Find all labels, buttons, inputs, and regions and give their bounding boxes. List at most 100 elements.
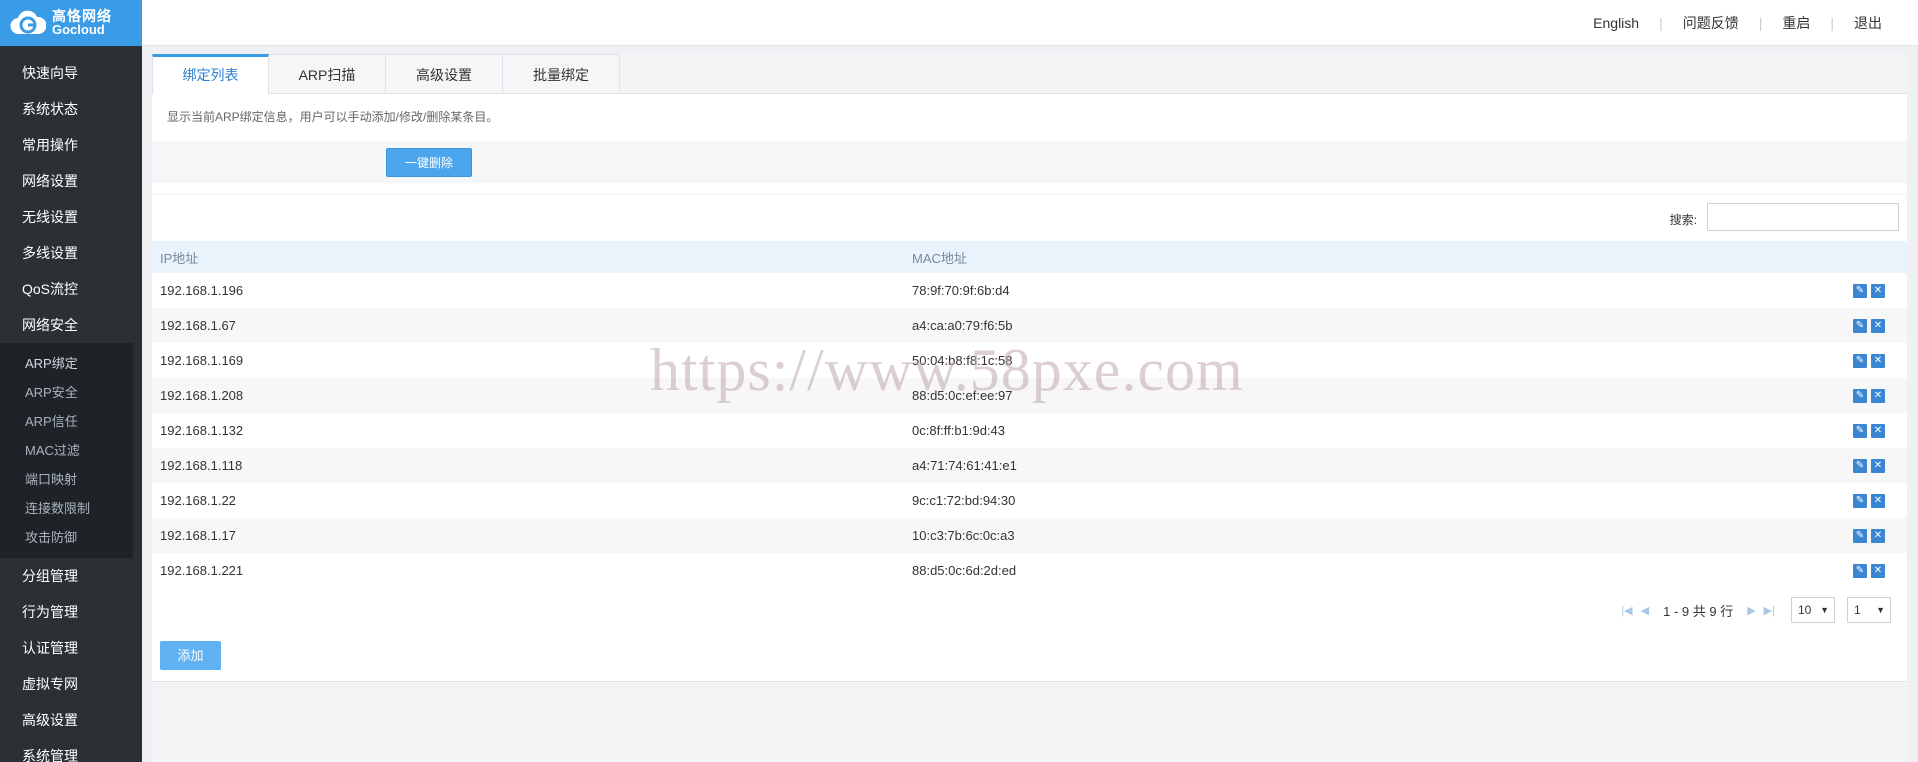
delete-icon[interactable]: ✕: [1871, 529, 1885, 544]
tab-binding-list[interactable]: 绑定列表: [152, 54, 269, 95]
delete-icon[interactable]: ✕: [1871, 284, 1885, 299]
edit-icon[interactable]: ✎: [1853, 459, 1867, 474]
submenu-item-attack-defense[interactable]: 攻击防御: [0, 523, 133, 552]
sidebar-item-vpn[interactable]: 虚拟专网: [0, 666, 142, 702]
sidebar-item-wireless[interactable]: 无线设置: [0, 199, 142, 235]
sidebar-item-auth-mgmt[interactable]: 认证管理: [0, 630, 142, 666]
first-page-icon[interactable]: |◀: [1621, 604, 1632, 617]
ip-cell: 192.168.1.196: [160, 283, 244, 298]
submenu-item-conn-limit[interactable]: 连接数限制: [0, 494, 133, 523]
edit-icon[interactable]: ✎: [1853, 284, 1867, 299]
table-row: 192.168.1.17 10:c3:7b:6c:0c:a3 ✎ ✕: [152, 518, 1907, 553]
dropdown-caret-icon: ▼: [1876, 605, 1885, 615]
submenu-item-arp-trust[interactable]: ARP信任: [0, 407, 133, 436]
sidebar-item-group-mgmt[interactable]: 分组管理: [0, 558, 142, 594]
table-row: 192.168.1.67 a4:ca:a0:79:f6:5b ✎ ✕: [152, 308, 1907, 343]
page-size-value: 10: [1798, 603, 1812, 617]
top-header: 高恪网络 Gocloud English | 问题反馈 | 重启 | 退出: [0, 0, 1918, 46]
mac-cell: 9c:c1:72:bd:94:30: [912, 493, 1016, 508]
delete-icon[interactable]: ✕: [1871, 459, 1885, 474]
edit-icon[interactable]: ✎: [1853, 564, 1867, 579]
delete-icon[interactable]: ✕: [1871, 319, 1885, 334]
sidebar-item-multiline[interactable]: 多线设置: [0, 235, 142, 271]
mac-cell: a4:71:74:61:41:e1: [912, 458, 1017, 473]
submenu-item-arp-security[interactable]: ARP安全: [0, 378, 133, 407]
ip-cell: 192.168.1.118: [160, 458, 243, 473]
edit-icon[interactable]: ✎: [1853, 424, 1867, 439]
submenu-item-mac-filter[interactable]: MAC过滤: [0, 436, 133, 465]
sidebar-item-network[interactable]: 网络设置: [0, 163, 142, 199]
delete-icon[interactable]: ✕: [1871, 564, 1885, 579]
action-toolbar: 一键删除: [152, 141, 1907, 183]
mac-cell: 10:c3:7b:6c:0c:a3: [912, 528, 1015, 543]
reboot-link[interactable]: 重启: [1762, 13, 1830, 33]
page-number-value: 1: [1854, 603, 1861, 617]
table-row: 192.168.1.169 50:04:b8:f8:1c:58 ✎ ✕: [152, 343, 1907, 378]
delete-icon[interactable]: ✕: [1871, 494, 1885, 509]
ip-cell: 192.168.1.132: [160, 423, 244, 438]
delete-icon[interactable]: ✕: [1871, 389, 1885, 404]
edit-icon[interactable]: ✎: [1853, 389, 1867, 404]
sidebar-item-system-status[interactable]: 系统状态: [0, 91, 142, 127]
sidebar-item-system-mgmt[interactable]: 系统管理: [0, 738, 142, 762]
spacer: [152, 183, 1907, 195]
top-links: English | 问题反馈 | 重启 | 退出: [1573, 0, 1902, 46]
search-label: 搜索:: [1669, 213, 1697, 227]
page-description: 显示当前ARP绑定信息，用户可以手动添加/修改/删除某条目。: [152, 94, 1907, 141]
logout-link[interactable]: 退出: [1834, 13, 1902, 33]
sidebar-item-qos[interactable]: QoS流控: [0, 271, 142, 307]
submenu-item-port-mapping[interactable]: 端口映射: [0, 465, 133, 494]
tab-arp-scan[interactable]: ARP扫描: [269, 54, 386, 94]
mac-cell: a4:ca:a0:79:f6:5b: [912, 318, 1013, 333]
pagination: |◀ ◀ 1 - 9 共 9 行 ▶ ▶| 10 ▼ 1 ▼: [152, 588, 1907, 632]
edit-icon[interactable]: ✎: [1853, 494, 1867, 509]
tab-batch-binding[interactable]: 批量绑定: [503, 54, 620, 94]
last-page-icon[interactable]: ▶|: [1764, 604, 1775, 617]
sidebar-item-advanced[interactable]: 高级设置: [0, 702, 142, 738]
sidebar-item-quick-guide[interactable]: 快速向导: [0, 55, 142, 91]
row-actions: ✎ ✕: [1827, 483, 1907, 518]
page-info: 1 - 9 共 9 行: [1663, 603, 1734, 619]
edit-icon[interactable]: ✎: [1853, 529, 1867, 544]
column-header-ip[interactable]: IP地址: [152, 241, 904, 273]
edit-icon[interactable]: ✎: [1853, 319, 1867, 334]
table-row: 192.168.1.132 0c:8f:ff:b1:9d:43 ✎ ✕: [152, 413, 1907, 448]
table-row: 192.168.1.196 78:9f:70:9f:6b:d4 ✎ ✕: [152, 273, 1907, 308]
feedback-link[interactable]: 问题反馈: [1663, 13, 1759, 33]
search-bar: 搜索:: [152, 195, 1907, 241]
brand-logo[interactable]: 高恪网络 Gocloud: [0, 0, 142, 46]
column-header-actions: [1827, 241, 1907, 273]
row-actions: ✎ ✕: [1827, 308, 1907, 343]
main-content: 绑定列表 ARP扫描 高级设置 批量绑定 显示当前ARP绑定信息，用户可以手动添…: [152, 54, 1907, 762]
tab-advanced-settings[interactable]: 高级设置: [386, 54, 503, 94]
binding-panel: 显示当前ARP绑定信息，用户可以手动添加/修改/删除某条目。 一键删除 搜索: …: [152, 94, 1907, 682]
sidebar-item-common-ops[interactable]: 常用操作: [0, 127, 142, 163]
language-link[interactable]: English: [1573, 15, 1659, 31]
sidebar-item-behavior-mgmt[interactable]: 行为管理: [0, 594, 142, 630]
ip-cell: 192.168.1.17: [160, 528, 236, 543]
row-actions: ✎ ✕: [1827, 448, 1907, 483]
edit-icon[interactable]: ✎: [1853, 354, 1867, 369]
row-actions: ✎ ✕: [1827, 518, 1907, 553]
page-size-select[interactable]: 10 ▼: [1791, 597, 1835, 623]
row-actions: ✎ ✕: [1827, 273, 1907, 308]
mac-cell: 88:d5:0c:6d:2d:ed: [912, 563, 1017, 578]
sidebar-item-security[interactable]: 网络安全: [0, 307, 142, 343]
page-number-select[interactable]: 1 ▼: [1847, 597, 1891, 623]
delete-icon[interactable]: ✕: [1871, 424, 1885, 439]
column-header-mac[interactable]: MAC地址: [904, 241, 1827, 273]
table-row: 192.168.1.118 a4:71:74:61:41:e1 ✎ ✕: [152, 448, 1907, 483]
ip-cell: 192.168.1.67: [160, 318, 236, 333]
add-button[interactable]: 添加: [160, 641, 221, 670]
row-actions: ✎ ✕: [1827, 378, 1907, 413]
row-actions: ✎ ✕: [1827, 553, 1907, 588]
prev-page-icon[interactable]: ◀: [1641, 604, 1649, 617]
delete-icon[interactable]: ✕: [1871, 354, 1885, 369]
next-page-icon[interactable]: ▶: [1747, 604, 1755, 617]
search-input[interactable]: [1707, 203, 1899, 231]
submenu-item-arp-binding[interactable]: ARP绑定: [0, 349, 133, 378]
delete-all-button[interactable]: 一键删除: [386, 148, 472, 177]
dropdown-caret-icon: ▼: [1820, 605, 1829, 615]
mac-cell: 50:04:b8:f8:1c:58: [912, 353, 1013, 368]
arp-binding-table: IP地址 MAC地址 192.168.1.196 78:9f:70:9f:6b:d…: [152, 241, 1907, 588]
